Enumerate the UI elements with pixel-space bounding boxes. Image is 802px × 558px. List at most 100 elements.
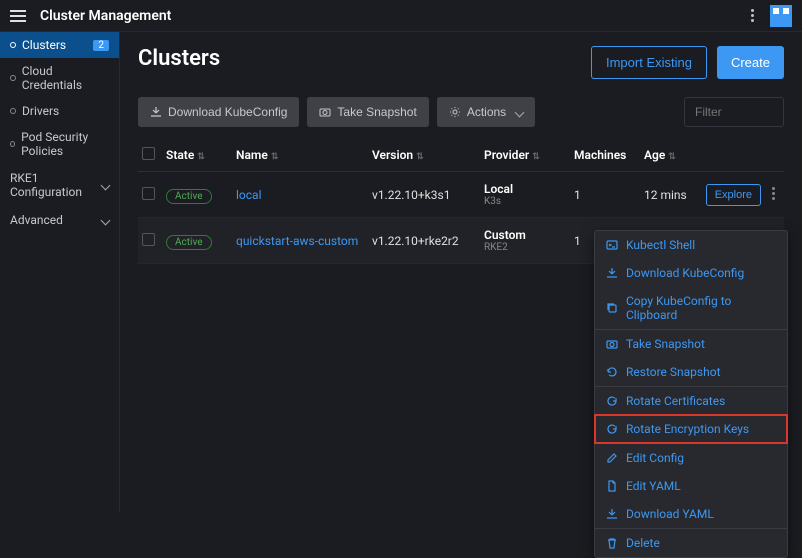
ctx-item-download-kubeconfig[interactable]: Download KubeConfig xyxy=(595,259,787,287)
state-badge: Active xyxy=(166,235,212,250)
ctx-item-kubectl-shell[interactable]: Kubectl Shell xyxy=(595,231,787,259)
button-label: Take Snapshot xyxy=(337,105,416,119)
download-icon xyxy=(606,267,618,279)
sidebar: Clusters 2 Cloud Credentials Drivers Pod… xyxy=(0,32,120,512)
column-header-provider[interactable]: Provider⇅ xyxy=(484,148,574,162)
sidebar-item-label: Cloud Credentials xyxy=(22,64,109,92)
sidebar-group-label: Advanced xyxy=(10,213,63,227)
sort-icon: ⇅ xyxy=(668,152,676,162)
ctx-item-copy-kubeconfig-to-clipboard[interactable]: Copy KubeConfig to Clipboard xyxy=(595,287,787,329)
ctx-item-take-snapshot[interactable]: Take Snapshot xyxy=(595,329,787,358)
bullet-icon xyxy=(10,108,16,114)
sort-icon: ⇅ xyxy=(197,152,205,162)
topbar-kebab-icon[interactable] xyxy=(747,5,758,26)
column-header-version[interactable]: Version⇅ xyxy=(372,148,484,162)
sidebar-item-clusters[interactable]: Clusters 2 xyxy=(0,32,119,58)
sidebar-item-label: Drivers xyxy=(22,104,59,118)
bullet-icon xyxy=(10,75,16,81)
sidebar-group-advanced[interactable]: Advanced xyxy=(0,206,119,234)
rotate-icon xyxy=(606,395,618,407)
cluster-name-link[interactable]: quickstart-aws-custom xyxy=(236,234,358,248)
cell-provider: Local xyxy=(484,182,574,196)
explore-button[interactable]: Explore xyxy=(706,184,761,206)
sidebar-badge: 2 xyxy=(93,40,109,51)
sidebar-item-pod-security-policies[interactable]: Pod Security Policies xyxy=(0,124,119,164)
select-all-checkbox[interactable] xyxy=(142,147,155,160)
sidebar-item-cloud-credentials[interactable]: Cloud Credentials xyxy=(0,58,119,98)
ctx-item-rotate-encryption-keys[interactable]: Rotate Encryption Keys xyxy=(595,415,787,443)
chevron-down-icon xyxy=(516,105,523,119)
ctx-item-label: Copy KubeConfig to Clipboard xyxy=(626,294,776,322)
terminal-icon xyxy=(606,239,618,251)
ctx-item-download-yaml[interactable]: Download YAML xyxy=(595,500,787,528)
trash-icon xyxy=(606,537,618,549)
import-existing-button[interactable]: Import Existing xyxy=(591,46,707,79)
ctx-item-edit-yaml[interactable]: Edit YAML xyxy=(595,472,787,500)
column-header-machines[interactable]: Machines xyxy=(574,148,644,162)
button-label: Actions xyxy=(467,105,506,119)
ctx-item-delete[interactable]: Delete xyxy=(595,528,787,557)
row-kebab-icon[interactable] xyxy=(767,184,780,206)
download-kubeconfig-button[interactable]: Download KubeConfig xyxy=(138,97,299,127)
column-header-state[interactable]: State⇅ xyxy=(166,148,236,162)
create-button[interactable]: Create xyxy=(717,46,784,79)
sidebar-item-label: Pod Security Policies xyxy=(21,130,109,158)
download-icon xyxy=(606,508,618,520)
sidebar-item-label: Clusters xyxy=(22,38,66,52)
copy-icon xyxy=(606,302,618,314)
ctx-item-label: Edit YAML xyxy=(626,479,681,493)
camera-icon xyxy=(319,106,331,118)
sidebar-item-drivers[interactable]: Drivers xyxy=(0,98,119,124)
gear-icon xyxy=(449,106,461,118)
filter-input[interactable] xyxy=(684,97,784,127)
cell-provider-sub: RKE2 xyxy=(484,242,574,253)
ctx-item-label: Delete xyxy=(626,536,660,550)
download-icon xyxy=(150,106,162,118)
actions-button[interactable]: Actions xyxy=(437,97,535,127)
table-header: State⇅ Name⇅ Version⇅ Provider⇅ Machines… xyxy=(138,139,784,172)
take-snapshot-button[interactable]: Take Snapshot xyxy=(307,97,428,127)
cell-version: v1.22.10+rke2r2 xyxy=(372,234,484,248)
file-icon xyxy=(606,480,618,492)
ctx-item-label: Take Snapshot xyxy=(626,337,705,351)
bullet-icon xyxy=(10,42,16,48)
camera-icon xyxy=(606,338,618,350)
cell-machines: 1 xyxy=(574,188,644,202)
bullet-icon xyxy=(10,141,15,147)
row-checkbox[interactable] xyxy=(142,233,155,246)
ctx-item-label: Rotate Certificates xyxy=(626,394,725,408)
ctx-item-label: Kubectl Shell xyxy=(626,238,695,252)
page-title: Clusters xyxy=(138,46,220,71)
menu-icon[interactable] xyxy=(10,10,26,22)
sort-icon: ⇅ xyxy=(532,152,540,162)
ctx-item-label: Download YAML xyxy=(626,507,714,521)
cell-provider-sub: K3s xyxy=(484,196,574,207)
row-checkbox[interactable] xyxy=(142,187,155,200)
sort-icon: ⇅ xyxy=(416,152,424,162)
ctx-item-label: Download KubeConfig xyxy=(626,266,744,280)
topbar: Cluster Management xyxy=(0,0,802,32)
cell-version: v1.22.10+k3s1 xyxy=(372,188,484,202)
state-badge: Active xyxy=(166,189,212,204)
ctx-item-restore-snapshot[interactable]: Restore Snapshot xyxy=(595,358,787,386)
rotate-icon xyxy=(606,423,618,435)
sidebar-group-label: RKE1 Configuration xyxy=(10,171,102,199)
ctx-item-label: Restore Snapshot xyxy=(626,365,721,379)
sidebar-group-rke1[interactable]: RKE1 Configuration xyxy=(0,164,119,206)
row-context-menu: Kubectl Shell Download KubeConfig Copy Kub… xyxy=(594,230,788,558)
chevron-down-icon xyxy=(102,178,109,192)
column-header-age[interactable]: Age⇅ xyxy=(644,148,716,162)
restore-icon xyxy=(606,366,618,378)
ctx-item-label: Edit Config xyxy=(626,451,684,465)
table-row: Active local v1.22.10+k3s1 Local K3s 1 1… xyxy=(138,172,784,218)
cluster-name-link[interactable]: local xyxy=(236,188,262,202)
cell-provider: Custom xyxy=(484,228,574,242)
logo-icon[interactable] xyxy=(770,5,792,27)
sort-icon: ⇅ xyxy=(271,152,279,162)
app-title: Cluster Management xyxy=(40,8,171,24)
ctx-item-rotate-certificates[interactable]: Rotate Certificates xyxy=(595,386,787,415)
ctx-item-label: Rotate Encryption Keys xyxy=(626,422,749,436)
column-header-name[interactable]: Name⇅ xyxy=(236,148,372,162)
ctx-item-edit-config[interactable]: Edit Config xyxy=(595,443,787,472)
content: Clusters Import Existing Create Download… xyxy=(120,32,802,512)
